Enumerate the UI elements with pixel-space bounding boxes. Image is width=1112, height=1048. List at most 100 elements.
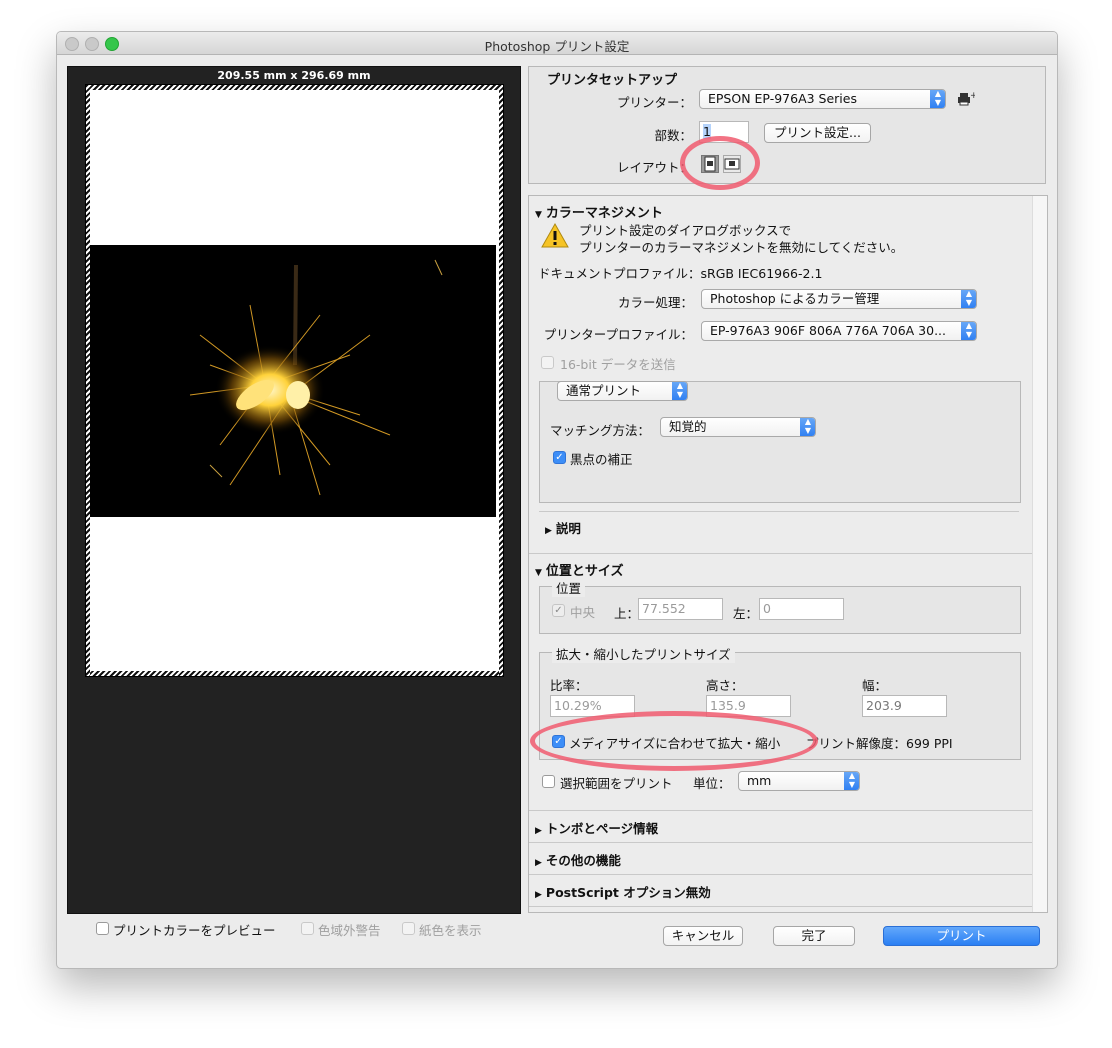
matching-select[interactable]: 知覚的 ▲ ▼ xyxy=(660,417,816,437)
gamut-warning-label: 色域外警告 xyxy=(318,923,381,938)
color-handling-label: カラー処理： xyxy=(617,295,693,310)
separator xyxy=(529,810,1032,811)
left-input[interactable]: 0 xyxy=(759,598,844,620)
separator xyxy=(539,511,1019,512)
warning-text-line2: プリンターのカラーマネジメントを無効にしてください。 xyxy=(579,240,904,255)
center-checkbox[interactable]: ✓ xyxy=(552,604,565,617)
unit-label: 単位： xyxy=(693,776,731,791)
height-label: 高さ： xyxy=(706,678,744,693)
layout-label: レイアウト： xyxy=(616,160,692,175)
printer-select[interactable]: EPSON EP-976A3 Series ▲ ▼ xyxy=(699,89,946,109)
normal-print-value: 通常プリント xyxy=(566,383,642,398)
position-group-label: 位置 xyxy=(552,578,586,597)
margin-hatch-top xyxy=(86,85,503,90)
center-label: 中央 xyxy=(570,605,596,620)
matching-label: マッチング方法： xyxy=(550,423,651,438)
other-section-title: その他の機能 xyxy=(545,853,621,868)
chevron-updown-icon: ▲ ▼ xyxy=(930,90,945,108)
disclosure-triangle-closed-icon: ▶ xyxy=(535,890,542,900)
width-input[interactable]: 203.9 xyxy=(862,695,947,717)
chevron-updown-icon: ▲ ▼ xyxy=(844,772,859,790)
unit-value: mm xyxy=(747,773,772,788)
color-management-heading[interactable]: ▼ カラーマネジメント xyxy=(535,202,663,221)
black-point-label: 黒点の補正 xyxy=(570,452,633,467)
position-size-heading[interactable]: ▼ 位置とサイズ xyxy=(535,560,624,579)
paper-preview xyxy=(85,84,504,677)
rendering-group: 通常プリント ▲ ▼ マッチング方法： 知覚的 ▲ ▼ ✓ 黒点の補正 xyxy=(539,381,1021,503)
scaled-group-label: 拡大・縮小したプリントサイズ xyxy=(552,644,735,663)
send-16bit-label: 16-bit データを送信 xyxy=(560,357,676,372)
preview-color-label: プリントカラーをプレビュー xyxy=(113,923,276,938)
settings-scroll-area[interactable]: ▼ カラーマネジメント プリント設定のダイアログボックスで プリンターのカラーマネ… xyxy=(528,195,1048,913)
normal-print-select[interactable]: 通常プリント ▲ ▼ xyxy=(557,381,688,401)
left-label: 左： xyxy=(733,606,759,621)
color-handling-select[interactable]: Photoshop によるカラー管理 ▲ ▼ xyxy=(701,289,977,309)
print-button[interactable]: プリント xyxy=(883,926,1040,946)
color-management-title: カラーマネジメント xyxy=(545,206,663,221)
annotation-circle-fit-media xyxy=(530,711,818,771)
position-size-title: 位置とサイズ xyxy=(545,564,624,579)
print-selection-checkbox[interactable] xyxy=(542,775,555,788)
add-printer-icon[interactable]: + xyxy=(957,91,978,107)
separator xyxy=(529,553,1032,554)
chevron-updown-icon: ▲ ▼ xyxy=(800,418,815,436)
separator xyxy=(529,874,1032,875)
print-preview-pane: 209.55 mm x 296.69 mm xyxy=(67,66,521,914)
title-bar: Photoshop プリント設定 xyxy=(57,32,1057,55)
copies-label: 部数： xyxy=(654,128,692,143)
matching-value: 知覚的 xyxy=(669,419,707,434)
separator xyxy=(529,906,1032,907)
document-profile: ドキュメントプロファイル：sRGB IEC61966-2.1 xyxy=(538,266,823,281)
top-input[interactable]: 77.552 xyxy=(638,598,723,620)
chevron-updown-icon: ▲ ▼ xyxy=(961,290,976,308)
done-button[interactable]: 完了 xyxy=(773,926,855,946)
window-title: Photoshop プリント設定 xyxy=(484,39,630,54)
print-resolution: プリント解像度：699 PPI xyxy=(806,736,953,751)
chevron-updown-icon: ▲ ▼ xyxy=(672,382,687,400)
width-label: 幅： xyxy=(862,678,888,693)
postscript-section-title: PostScript オプション無効 xyxy=(545,885,711,900)
postscript-section-heading[interactable]: ▶ PostScript オプション無効 xyxy=(535,882,711,901)
separator xyxy=(529,842,1032,843)
print-settings-button[interactable]: プリント設定... xyxy=(764,123,871,143)
black-point-checkbox[interactable]: ✓ xyxy=(553,451,566,464)
print-settings-window: Photoshop プリント設定 209.55 mm x 296.69 mm プ… xyxy=(56,31,1058,969)
preview-color-checkbox[interactable] xyxy=(96,922,109,935)
printer-profile-value: EP-976A3 906F 806A 776A 706A 30... xyxy=(710,323,947,338)
sparkler-photo[interactable] xyxy=(90,245,496,517)
cancel-button[interactable]: キャンセル xyxy=(663,926,743,946)
send-16bit-checkbox[interactable] xyxy=(541,356,554,369)
scale-label: 比率： xyxy=(550,678,588,693)
position-group: 位置 ✓ 中央 上： 77.552 左： 0 xyxy=(539,578,1021,634)
annotation-circle-layout xyxy=(680,136,760,190)
disclosure-triangle-closed-icon: ▶ xyxy=(545,526,552,536)
margin-hatch-bottom xyxy=(86,671,503,676)
svg-text:+: + xyxy=(970,91,975,101)
printer-setup-group: プリンタセットアップ プリンター： EPSON EP-976A3 Series … xyxy=(528,66,1046,184)
unit-select[interactable]: mm ▲ ▼ xyxy=(738,771,860,791)
disclosure-triangle-open-icon: ▼ xyxy=(535,568,542,578)
show-paper-checkbox[interactable] xyxy=(402,922,415,935)
color-handling-value: Photoshop によるカラー管理 xyxy=(710,291,880,306)
margin-hatch-right xyxy=(499,85,503,676)
show-paper-label: 紙色を表示 xyxy=(419,923,482,938)
marks-section-heading[interactable]: ▶ トンボとページ情報 xyxy=(535,818,658,837)
chevron-updown-icon: ▲ ▼ xyxy=(961,322,976,340)
description-title: 説明 xyxy=(555,521,581,536)
printer-profile-label: プリンタープロファイル： xyxy=(543,327,693,342)
description-heading[interactable]: ▶ 説明 xyxy=(545,518,581,537)
printer-profile-select[interactable]: EP-976A3 906F 806A 776A 706A 30... ▲ ▼ xyxy=(701,321,977,341)
marks-section-title: トンボとページ情報 xyxy=(545,821,659,836)
printer-select-value: EPSON EP-976A3 Series xyxy=(708,91,857,106)
printer-label: プリンター： xyxy=(616,95,692,110)
printer-setup-heading: プリンタセットアップ xyxy=(547,73,678,88)
other-section-heading[interactable]: ▶ その他の機能 xyxy=(535,850,621,869)
scrollbar[interactable] xyxy=(1032,196,1047,912)
paper-size-label: 209.55 mm x 296.69 mm xyxy=(217,69,371,82)
warning-icon xyxy=(541,222,569,249)
gamut-warning-checkbox[interactable] xyxy=(301,922,314,935)
sparkler-image xyxy=(90,245,496,517)
disclosure-triangle-closed-icon: ▶ xyxy=(535,826,542,836)
disclosure-triangle-open-icon: ▼ xyxy=(535,210,542,220)
print-selection-label: 選択範囲をプリント xyxy=(560,776,673,791)
